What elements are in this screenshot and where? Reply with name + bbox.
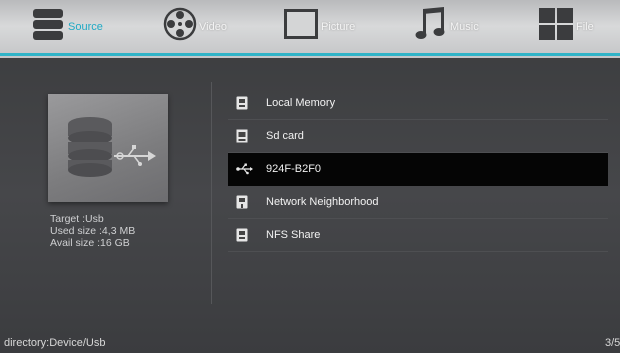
source-list: Local Memory Sd card 924F-B2F0 Network N… (228, 87, 608, 252)
device-thumbnail (48, 94, 168, 202)
source-item-label: Sd card (266, 130, 304, 142)
current-directory: directory:Device/Usb (4, 337, 106, 349)
source-item-network-neighborhood[interactable]: Network Neighborhood (228, 186, 608, 219)
music-note-icon (414, 6, 448, 47)
film-reel-icon (163, 7, 197, 46)
usb-storage-icon (48, 117, 168, 206)
tab-video-label: Video (199, 20, 227, 33)
device-info: Target :Usb Used size :4,3 MB Avail size… (50, 213, 200, 249)
tab-picture-label: Picture (321, 20, 356, 33)
tab-music[interactable]: Music (414, 0, 479, 53)
source-item-usb[interactable]: 924F-B2F0 (228, 153, 608, 186)
source-item-local-memory[interactable]: Local Memory (228, 87, 608, 120)
source-item-label: Network Neighborhood (266, 196, 379, 208)
usb-icon (236, 161, 260, 177)
top-tab-bar: Source Video Picture Music File (0, 0, 620, 58)
tab-video[interactable]: Video (163, 0, 227, 53)
grid-icon (538, 7, 574, 46)
tab-underline (0, 53, 620, 56)
network-icon (236, 194, 260, 210)
local-memory-icon (236, 95, 260, 111)
tab-file-label: File (576, 20, 594, 33)
device-target: Target :Usb (50, 213, 104, 225)
device-avail-size: Avail size :16 GB (50, 237, 130, 249)
source-item-sd-card[interactable]: Sd card (228, 120, 608, 153)
tab-music-label: Music (450, 20, 479, 33)
source-item-nfs-share[interactable]: NFS Share (228, 219, 608, 252)
device-used-size: Used size :4,3 MB (50, 225, 136, 237)
tab-picture[interactable]: Picture (283, 0, 355, 53)
sd-card-icon (236, 128, 260, 144)
tab-source[interactable]: Source (30, 0, 103, 53)
panel-divider (211, 82, 212, 304)
tab-source-label: Source (68, 20, 103, 33)
tab-file[interactable]: File (538, 0, 594, 53)
database-icon (30, 5, 66, 48)
page-indicator: 3/5 (605, 337, 620, 349)
source-item-label: 924F-B2F0 (266, 163, 322, 175)
nfs-share-icon (236, 227, 260, 243)
source-item-label: NFS Share (266, 229, 321, 241)
picture-frame-icon (283, 8, 319, 45)
source-item-label: Local Memory (266, 97, 336, 109)
